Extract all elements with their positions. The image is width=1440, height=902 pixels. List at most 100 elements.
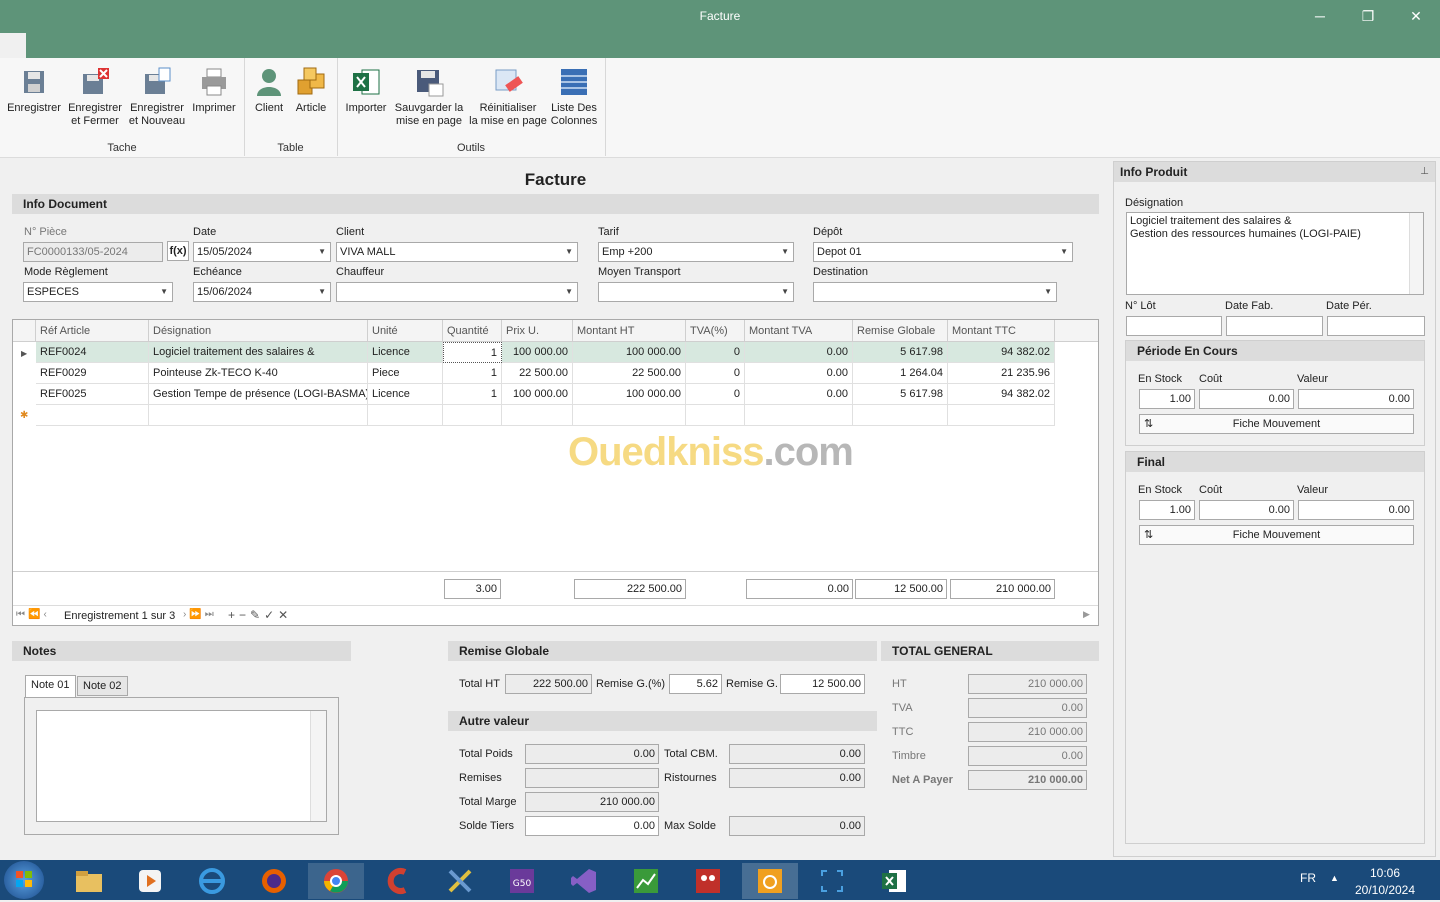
chevron-down-icon[interactable]: ▼ <box>1060 243 1068 261</box>
grid-cell[interactable]: 94 382.02 <box>948 342 1055 363</box>
chevron-down-icon[interactable]: ▼ <box>565 283 573 301</box>
grid-cell[interactable]: Gestion Tempe de présence (LOGI-BASMA) <box>149 384 368 405</box>
grid-cell[interactable]: 1 <box>443 384 502 405</box>
formula-button[interactable]: f(x) <box>167 241 189 261</box>
ip-designation-field[interactable]: Logiciel traitement des salaires & Gesti… <box>1126 212 1424 295</box>
date-field[interactable]: 15/05/2024 ▼ <box>193 242 331 262</box>
grid-cell[interactable]: REF0025 <box>36 384 149 405</box>
remise-g-field[interactable]: 12 500.00 <box>780 674 865 694</box>
grid-cell[interactable]: 0 <box>686 342 745 363</box>
grid-cell[interactable]: 21 235.96 <box>948 363 1055 384</box>
taskbar-users-app-icon[interactable] <box>680 863 736 899</box>
notes-scrollbar[interactable] <box>310 711 326 821</box>
final-fiche-button[interactable]: ⇅ Fiche Mouvement <box>1139 525 1414 545</box>
grid-cell[interactable]: 5 617.98 <box>853 342 948 363</box>
client-button[interactable]: Client <box>250 66 288 115</box>
pin-icon[interactable]: ⊥ <box>1420 166 1429 177</box>
start-button[interactable] <box>4 861 44 899</box>
col-tva[interactable]: TVA(%) <box>686 320 745 342</box>
destination-field[interactable]: ▼+ <box>813 282 1057 302</box>
ip-designation-scrollbar[interactable] <box>1409 213 1423 294</box>
mode-field[interactable]: ESPECES▼+ <box>23 282 173 302</box>
minimize-button[interactable]: ─ <box>1308 6 1332 26</box>
save-layout-button[interactable]: Sauvgarder la mise en page <box>392 66 466 128</box>
col-montant-tva[interactable]: Montant TVA <box>745 320 853 342</box>
article-button[interactable]: Article <box>290 66 332 115</box>
grid-cell[interactable]: REF0024 <box>36 342 149 363</box>
tray-expand-icon[interactable]: ▲ <box>1330 873 1339 883</box>
columns-list-button[interactable]: Liste Des Colonnes <box>550 66 598 128</box>
col-unite[interactable]: Unité <box>368 320 443 342</box>
grid-cell[interactable]: Piece <box>368 363 443 384</box>
chevron-down-icon[interactable]: ▼ <box>1044 283 1052 301</box>
grid-cell[interactable]: 100 000.00 <box>502 384 573 405</box>
grid-cell[interactable]: 0 <box>686 363 745 384</box>
depot-field[interactable]: Depot 01 ▼ <box>813 242 1073 262</box>
language-indicator[interactable]: FR <box>1300 871 1316 885</box>
grid-cell[interactable]: Licence <box>368 384 443 405</box>
reset-layout-button[interactable]: Réinitialiser la mise en page <box>467 66 549 128</box>
invoice-grid[interactable]: Réf Article Désignation Unité Quantité P… <box>12 319 1099 626</box>
notes-textarea[interactable] <box>36 710 327 822</box>
grid-cell[interactable]: 1 264.04 <box>853 363 948 384</box>
new-row-cell[interactable] <box>36 405 149 426</box>
nav-edit-icons[interactable]: +−✎✓✕ <box>228 608 292 622</box>
grid-cell[interactable]: 0.00 <box>745 363 853 384</box>
new-row-cell[interactable] <box>853 405 948 426</box>
nav-next-last-icons[interactable]: ›⏩⏭ <box>183 609 217 620</box>
grid-cell[interactable]: 100 000.00 <box>573 342 686 363</box>
new-row-cell[interactable] <box>368 405 443 426</box>
col-quantite[interactable]: Quantité <box>443 320 502 342</box>
chevron-down-icon[interactable]: ▼ <box>160 283 168 301</box>
grid-cell[interactable]: 0 <box>686 384 745 405</box>
grid-cell[interactable]: 22 500.00 <box>573 363 686 384</box>
echeance-field[interactable]: 15/06/2024 ▼ <box>193 282 331 302</box>
clock-date[interactable]: 20/10/2024 <box>1350 883 1420 897</box>
new-row-cell[interactable] <box>948 405 1055 426</box>
grid-cell[interactable]: 5 617.98 <box>853 384 948 405</box>
col-designation[interactable]: Désignation <box>149 320 368 342</box>
grid-cell[interactable]: REF0029 <box>36 363 149 384</box>
grid-cell[interactable]: 1 <box>443 363 502 384</box>
grid-cell[interactable]: 0.00 <box>745 384 853 405</box>
new-row-cell[interactable] <box>686 405 745 426</box>
taskbar-active-app-icon[interactable] <box>742 863 798 899</box>
taskbar-ie-icon[interactable] <box>184 863 240 899</box>
date-per-field[interactable] <box>1327 316 1425 336</box>
chevron-down-icon[interactable]: ▼ <box>318 243 326 261</box>
grid-cell[interactable]: Licence <box>368 342 443 363</box>
col-ref[interactable]: Réf Article <box>36 320 149 342</box>
file-tab[interactable] <box>0 33 26 58</box>
grid-cell[interactable]: Pointeuse Zk-TECO K-40 <box>149 363 368 384</box>
save-button[interactable]: Enregistrer <box>4 66 64 115</box>
date-fab-field[interactable] <box>1226 316 1323 336</box>
nav-first-prev-icons[interactable]: ⏮⏪‹ <box>16 609 50 620</box>
taskbar-explorer-icon[interactable] <box>61 863 117 899</box>
chevron-down-icon[interactable]: ▼ <box>318 283 326 301</box>
lot-field[interactable] <box>1126 316 1222 336</box>
taskbar-firefox-icon[interactable] <box>246 863 302 899</box>
client-field[interactable]: VIVA MALL▼+ <box>336 242 578 262</box>
num-piece-field[interactable]: FC0000133/05-2024 <box>23 242 163 262</box>
taskbar-chart-app-icon[interactable] <box>618 863 674 899</box>
taskbar-ccleaner-icon[interactable] <box>370 863 426 899</box>
new-row-cell[interactable] <box>149 405 368 426</box>
close-button[interactable]: ✕ <box>1404 6 1428 26</box>
taskbar-media-icon[interactable] <box>122 863 178 899</box>
taskbar-chrome-icon[interactable] <box>308 863 364 899</box>
taskbar-excel-icon[interactable] <box>866 863 922 899</box>
restore-button[interactable]: ❐ <box>1356 6 1380 26</box>
grid-cell[interactable]: 94 382.02 <box>948 384 1055 405</box>
tab-note-01[interactable]: Note 01 <box>25 675 76 697</box>
new-row-cell[interactable] <box>573 405 686 426</box>
transport-field[interactable]: ▼+ <box>598 282 794 302</box>
chevron-down-icon[interactable]: ▼ <box>781 243 789 261</box>
grid-cell[interactable]: 0.00 <box>745 342 853 363</box>
grid-cell[interactable]: Logiciel traitement des salaires & <box>149 342 368 363</box>
tarif-field[interactable]: Emp +200▼+ <box>598 242 794 262</box>
chevron-down-icon[interactable]: ▼ <box>781 283 789 301</box>
grid-cell[interactable]: 100 000.00 <box>502 342 573 363</box>
print-button[interactable]: Imprimer <box>190 66 238 115</box>
remise-pct-field[interactable]: 5.62 <box>669 674 722 694</box>
tab-note-02[interactable]: Note 02 <box>77 676 128 696</box>
